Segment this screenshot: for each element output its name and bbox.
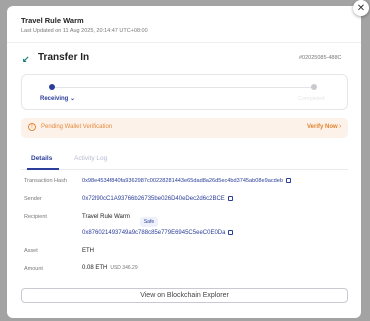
progress-step-current [49, 84, 55, 90]
close-icon[interactable]: ✕ [353, 0, 369, 16]
verify-now-link[interactable]: Verify Now [307, 124, 338, 130]
safe-badge: Safe [140, 217, 158, 227]
progress-step-end [311, 84, 317, 90]
copy-icon[interactable] [285, 178, 291, 184]
tab-bar: Details Activity Log [21, 152, 348, 170]
amount-label: Amount [24, 266, 43, 272]
recipient-link[interactable]: 0x876021493749a9c788c85e779E6945C5eeC0E0… [82, 230, 234, 236]
tx-hash-link[interactable]: 0x98e4534f840fa9362987c00228281443e65dad… [82, 178, 291, 184]
sender-link[interactable]: 0x72l90cC1A93766b26735be026D40eDec2d6c2B… [82, 196, 233, 202]
recipient-label: Recipient [24, 214, 47, 220]
asset-value: ETH [82, 248, 94, 254]
active-tab-indicator [27, 168, 59, 170]
chevron-right-icon[interactable]: › [339, 123, 341, 130]
sender-address[interactable]: 0x72l90cC1A93766b26735be026D40eDec2d6c2B… [82, 196, 225, 202]
copy-icon[interactable] [228, 230, 234, 235]
progress-card: Receiving ⌄ Completed [21, 74, 348, 110]
asset-label: Asset [24, 248, 38, 254]
progress-line [52, 87, 314, 88]
amount-usd: USD 346.29 [110, 265, 138, 271]
tx-hash-label: Transaction Hash [24, 178, 67, 184]
tab-details[interactable]: Details [31, 155, 52, 162]
copy-icon[interactable] [227, 196, 233, 201]
transfer-title: Transfer In [38, 52, 90, 63]
end-status-label: Completed [298, 96, 325, 102]
pending-verification-alert: ! Pending Wallet Verification Verify Now… [21, 118, 348, 138]
view-on-explorer-button[interactable]: View on Blockchain Explorer [21, 288, 348, 303]
chevron-down-icon: ⌄ [70, 96, 76, 102]
status-label: Receiving [40, 96, 69, 102]
arrow-down-left-icon: ↙ [22, 54, 30, 64]
amount-eth: 0.08 ETH [82, 265, 108, 271]
info-icon: ! [28, 123, 36, 131]
last-updated-text: Last Updated on 11 Aug 2025, 20:14:47 UT… [21, 28, 148, 34]
sender-label: Sender [24, 196, 42, 202]
tab-activity-log[interactable]: Activity Log [74, 155, 107, 162]
recipient-address[interactable]: 0x876021493749a9c788c85e779E6945C5eeC0E0… [82, 230, 225, 236]
modal-title: Travel Rule Warm [21, 16, 84, 25]
alert-text: Pending Wallet Verification [41, 124, 113, 130]
recipient-name: Travel Rule Warm [82, 214, 130, 220]
tx-hash-value[interactable]: 0x98e4534f840fa9362987c00228281443e65dad… [82, 178, 283, 184]
status-dropdown[interactable]: Receiving ⌄ [40, 95, 75, 102]
transfer-detail-modal: Travel Rule Warm Last Updated on 11 Aug … [7, 6, 361, 318]
header-divider [7, 42, 361, 43]
transfer-id: #02025085-488C [299, 55, 342, 61]
amount-value: 0.08 ETH USD 346.29 [82, 265, 138, 271]
